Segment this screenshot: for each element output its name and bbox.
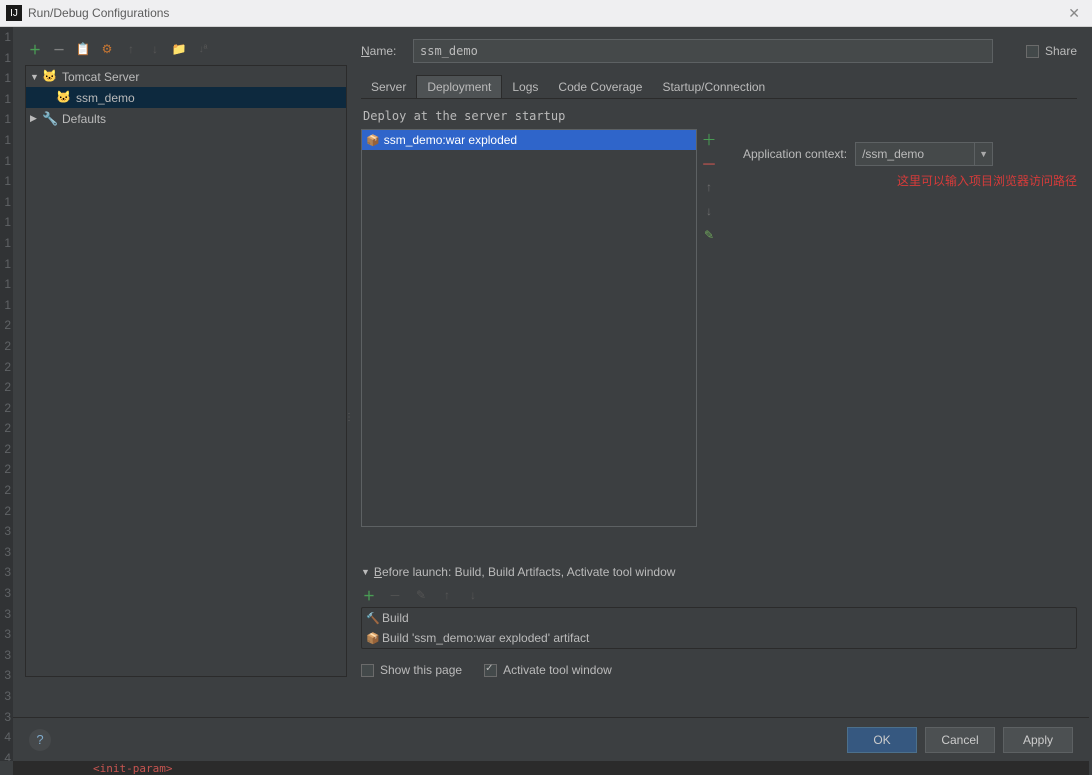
add-artifact-icon[interactable]: ＋ (701, 131, 717, 147)
context-label: Application context: (743, 147, 847, 161)
add-task-icon[interactable]: ＋ (361, 587, 377, 603)
before-launch-label: Before launch: Build, Build Artifacts, A… (374, 565, 676, 579)
tab-server[interactable]: Server (361, 75, 416, 98)
context-hint: 这里可以输入项目浏览器访问路径 (743, 172, 1077, 189)
before-launch-header[interactable]: ▼ Before launch: Build, Build Artifacts,… (361, 565, 1077, 579)
task-item[interactable]: 🔨Build (362, 608, 1076, 628)
task-item[interactable]: 📦Build 'ssm_demo:war exploded' artifact (362, 628, 1076, 648)
ok-button[interactable]: OK (847, 727, 917, 753)
left-panel: ＋ － 📋 ⚙ ↑ ↓ 📁 ↓ª ▼ Tomcat Server ssm_dem… (25, 39, 347, 677)
dialog-content: ＋ － 📋 ⚙ ↑ ↓ 📁 ↓ª ▼ Tomcat Server ssm_dem… (13, 27, 1089, 683)
editor-gutter: 111111111111112222222222333333333344 (0, 27, 13, 761)
tabs: ServerDeploymentLogsCode CoverageStartup… (361, 75, 1077, 99)
name-input[interactable] (413, 39, 993, 63)
context-column: Application context: ▼ 这里可以输入项目浏览器访问路径 (721, 129, 1077, 527)
sort-icon: ↓ª (195, 41, 211, 57)
expand-icon[interactable]: ▼ (30, 72, 42, 82)
before-launch-checks: Show this page Activate tool window (361, 663, 1077, 677)
tree-label: ssm_demo (76, 91, 135, 105)
config-toolbar: ＋ － 📋 ⚙ ↑ ↓ 📁 ↓ª (25, 39, 347, 63)
remove-task-icon: － (387, 587, 403, 603)
splitter[interactable] (344, 89, 348, 745)
artifact-icon: 📦 (366, 134, 380, 147)
artifact-item[interactable]: 📦 ssm_demo:war exploded (362, 130, 696, 150)
context-row: Application context: ▼ (743, 142, 1077, 166)
artifact-buttons: ＋ － ↑ ↓ ✎ (697, 129, 721, 527)
move-down-artifact-icon: ↓ (701, 203, 717, 219)
copy-icon[interactable]: 📋 (75, 41, 91, 57)
add-icon[interactable]: ＋ (27, 41, 43, 57)
share-label: Share (1045, 44, 1077, 58)
name-row: Name: Share (361, 39, 1077, 63)
right-panel: Name: Share ServerDeploymentLogsCode Cov… (347, 39, 1077, 677)
cancel-button[interactable]: Cancel (925, 727, 995, 753)
save-icon[interactable]: ⚙ (99, 41, 115, 57)
config-tree[interactable]: ▼ Tomcat Server ssm_demo ▶ 🔧 Defaults (25, 65, 347, 677)
activate-window-check[interactable]: Activate tool window (484, 663, 612, 677)
before-launch: ▼ Before launch: Build, Build Artifacts,… (361, 565, 1077, 677)
tree-node-tomcat[interactable]: ▼ Tomcat Server (26, 66, 346, 87)
name-label: Name: (361, 44, 413, 58)
deploy-header: Deploy at the server startup (363, 109, 1077, 123)
tab-startup-connection[interactable]: Startup/Connection (652, 75, 775, 98)
editor-strip: <init-param> (13, 761, 1089, 775)
intellij-icon: IJ (6, 5, 22, 21)
move-down-icon: ↓ (147, 41, 163, 57)
deploy-row: 📦 ssm_demo:war exploded ＋ － ↑ ↓ ✎ Applic… (361, 129, 1077, 527)
tomcat-icon (42, 69, 58, 85)
window-title: Run/Debug Configurations (28, 6, 169, 20)
folder-icon[interactable]: 📁 (171, 41, 187, 57)
edit-task-icon: ✎ (413, 587, 429, 603)
tomcat-icon (56, 90, 72, 106)
context-combo[interactable]: ▼ (855, 142, 993, 166)
titlebar: IJ Run/Debug Configurations ✕ (0, 0, 1092, 27)
move-up-icon: ↑ (123, 41, 139, 57)
tab-deployment[interactable]: Deployment (416, 75, 502, 98)
share-checkbox[interactable] (1026, 45, 1039, 58)
move-up-artifact-icon: ↑ (701, 179, 717, 195)
share-wrap[interactable]: Share (1026, 44, 1077, 58)
task-down-icon: ↓ (465, 587, 481, 603)
tree-label: Tomcat Server (62, 70, 139, 84)
tree-node-defaults[interactable]: ▶ 🔧 Defaults (26, 108, 346, 129)
tab-code-coverage[interactable]: Code Coverage (548, 75, 652, 98)
edit-artifact-icon[interactable]: ✎ (701, 227, 717, 243)
wrench-icon: 🔧 (42, 111, 58, 127)
close-icon[interactable]: ✕ (1062, 5, 1086, 22)
chevron-down-icon[interactable]: ▼ (975, 142, 993, 166)
help-icon[interactable]: ? (29, 729, 51, 751)
apply-button[interactable]: Apply (1003, 727, 1073, 753)
expand-icon[interactable]: ▶ (30, 113, 42, 124)
remove-icon[interactable]: － (51, 41, 67, 57)
show-page-check[interactable]: Show this page (361, 663, 462, 677)
dialog-footer: ? OK Cancel Apply (13, 717, 1089, 761)
tree-label: Defaults (62, 112, 106, 126)
tree-node-ssm-demo[interactable]: ssm_demo (26, 87, 346, 108)
collapse-icon[interactable]: ▼ (361, 567, 370, 577)
before-launch-toolbar: ＋ － ✎ ↑ ↓ (361, 587, 1077, 603)
task-up-icon: ↑ (439, 587, 455, 603)
dialog-body: ＋ － 📋 ⚙ ↑ ↓ 📁 ↓ª ▼ Tomcat Server ssm_dem… (13, 27, 1089, 761)
artifact-label: ssm_demo:war exploded (384, 133, 517, 147)
tab-logs[interactable]: Logs (502, 75, 548, 98)
before-launch-list[interactable]: 🔨Build📦Build 'ssm_demo:war exploded' art… (361, 607, 1077, 649)
remove-artifact-icon[interactable]: － (701, 155, 717, 171)
context-input[interactable] (855, 142, 975, 166)
artifact-list[interactable]: 📦 ssm_demo:war exploded (361, 129, 697, 527)
